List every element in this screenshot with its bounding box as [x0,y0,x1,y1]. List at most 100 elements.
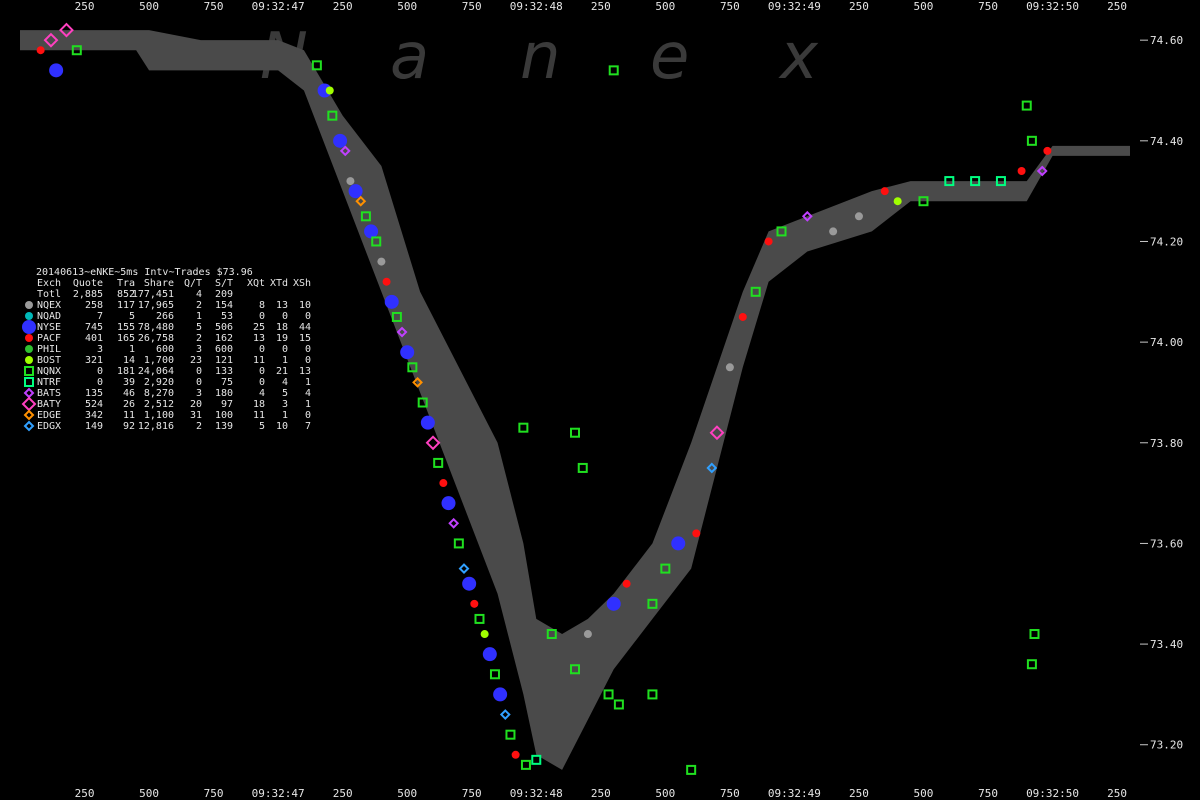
time-label: 09:32:48 [510,0,563,13]
table-cell: 7 [97,311,103,322]
trade-point [608,65,619,76]
ms-tick-label: 250 [75,787,95,800]
trade-point [377,257,386,266]
trade-point [346,177,355,186]
table-cell: 26,758 [138,333,174,344]
table-header: Share [144,278,174,289]
trade-point [433,457,444,468]
table-cell: 0 [259,311,265,322]
bottom-time-axis: 250 500 750 09:32:47 250 500 750 09:32:48 250 500… [75,787,1127,800]
trade-point [520,759,531,770]
table-cell: 524 [85,399,103,410]
watermark-letter: n [520,20,561,94]
table-exch: EDGE [37,410,61,421]
table-cell: 1 [282,410,288,421]
trade-point [333,133,348,148]
trade-point [474,613,485,624]
price-tick-label: 73.20 [1150,739,1183,752]
ms-tick-label: 500 [397,787,417,800]
ms-tick-label: 250 [333,0,353,13]
legend-marker [25,334,33,342]
trade-point [425,435,441,451]
trade-point [518,422,529,433]
trade-point [622,579,631,588]
table-cell: 0 [305,311,311,322]
table-exch: BOST [37,355,61,366]
ms-tick-label: 500 [914,787,934,800]
table-cell: 154 [215,300,233,311]
table-cell: 2 [196,333,202,344]
legend-marker [21,396,37,412]
table-cell: 181 [117,366,135,377]
table-cell: 26 [123,399,135,410]
table-exch: BATS [37,388,61,399]
table-cell: 10 [299,300,311,311]
legend-marker [25,301,33,309]
table-cell: 18 [253,399,265,410]
table-exch: NQNX [37,366,61,377]
table-cell: 1,700 [144,355,174,366]
table-header: XSh [293,278,311,289]
price-chart: Nanex 25050075009:32:4725050075009:32:48… [20,0,1183,800]
table-cell: 7 [305,421,311,432]
table-cell: 2 [196,421,202,432]
table-cell: 0 [305,344,311,355]
ms-tick-label: 250 [591,787,611,800]
table-cell: 23 [190,355,202,366]
table-cell: 53 [221,311,233,322]
ms-tick-label: 250 [591,0,611,13]
table-cell: 135 [85,388,103,399]
price-tick-label: 73.60 [1150,537,1183,550]
table-cell: 75 [221,377,233,388]
table-cell: 1 [282,355,288,366]
table-header: XTd [270,278,288,289]
table-total-cell: 2,885 [73,289,103,300]
trade-point [400,345,415,360]
ms-tick-label: 250 [1107,0,1127,13]
trade-point [505,729,516,740]
trade-point [499,709,511,720]
ms-tick-label: 750 [462,787,482,800]
table-cell: 0 [259,366,265,377]
legend-marker [23,420,35,432]
trade-point [448,517,460,529]
table-cell: 5 [259,421,265,432]
ms-tick-label: 750 [204,0,224,13]
table-cell: 0 [305,355,311,366]
table-cell: 19 [276,333,288,344]
table-cell: 15 [299,333,311,344]
table-cell: 3 [196,388,202,399]
table-cell: 44 [299,322,311,333]
price-tick-label: 73.40 [1150,638,1183,651]
table-header: Exch [37,278,61,289]
table-cell: 2 [196,300,202,311]
table-cell: 342 [85,410,103,421]
watermark-letter: a [390,20,429,94]
table-header: S/T [215,278,233,289]
table-cell: 11 [253,355,265,366]
ms-tick-label: 500 [655,787,675,800]
trade-point [1021,100,1032,111]
price-tick-label: 74.00 [1150,336,1183,349]
table-header: Quote [73,278,103,289]
ms-tick-label: 750 [720,0,740,13]
time-label: 09:32:47 [252,0,305,13]
trade-point [325,86,334,95]
trade-point [1026,659,1037,670]
table-exch: PHIL [37,344,61,355]
price-tick-label: 74.60 [1150,34,1183,47]
ms-tick-label: 250 [333,787,353,800]
table-exch: EDGX [37,421,61,432]
trade-point [470,599,479,608]
price-tick-label: 73.80 [1150,437,1183,450]
nbbo-band-area [20,30,1130,770]
table-cell: 92 [123,421,135,432]
trade-point [49,63,64,78]
trade-point [382,277,391,286]
table-cell: 11 [123,410,135,421]
trade-point [692,529,701,538]
trade-point [364,224,379,239]
table-cell: 266 [156,311,174,322]
table-exch: NQAD [37,311,61,322]
table-cell: 0 [97,366,103,377]
